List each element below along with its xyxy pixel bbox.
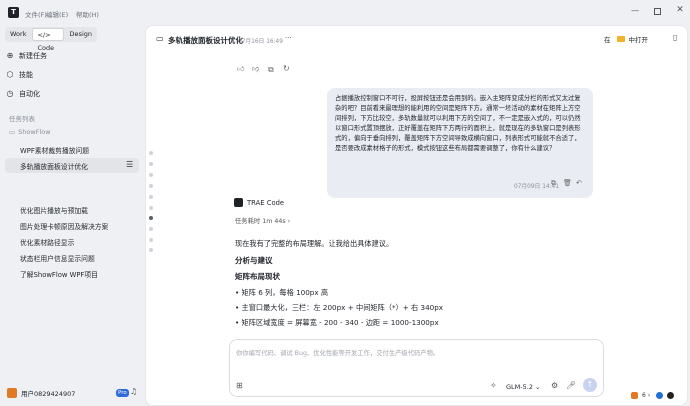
sidebar: Work </> Code Design ⊕ 新建任务 ⬡ 技能 ◷ 自动化 任…: [0, 26, 145, 406]
copy-icon[interactable]: ⧉: [551, 180, 556, 187]
bullet-item: • 矩阵 6 列，每格 100px 高: [235, 288, 329, 297]
nav-label: 自动化: [19, 90, 40, 98]
task-item[interactable]: 优化图片播放与预加载: [20, 205, 88, 215]
menu-edit[interactable]: 编辑(E): [46, 9, 68, 19]
scroll-marker-active[interactable]: [149, 216, 153, 220]
clock-icon: ◷: [6, 89, 14, 98]
task-item[interactable]: 图片处理卡顿原因及解决方案: [20, 221, 108, 231]
task-item[interactable]: 状态栏用户信息显示问题: [20, 253, 95, 263]
task-item[interactable]: WPF素材裁剪播放问题: [20, 145, 89, 155]
bullet-item: • 主窗口最大化，三栏：左 200px + 中间矩阵（*）+ 右 340px: [235, 303, 444, 312]
user-profile[interactable]: 用户0829424907: [7, 388, 75, 398]
maximize-icon[interactable]: [654, 8, 661, 15]
task-item-selected[interactable]: 多轨播放面板设计优化 ☰: [5, 158, 139, 173]
scroll-marker[interactable]: [149, 227, 153, 231]
sidebar-toggle-icon[interactable]: ▯: [673, 34, 677, 42]
tray-chevron-icon: ›: [647, 392, 651, 399]
tray-app-icon: [631, 392, 638, 399]
scroll-marker[interactable]: [149, 238, 153, 242]
assistant-name: TRAE Code: [247, 199, 285, 207]
chat-icon: ▭: [156, 34, 164, 43]
page-title: 多轨播放面板设计优化: [168, 36, 243, 45]
nav-label: 新建任务: [19, 52, 47, 60]
undo-icon[interactable]: ↶: [576, 180, 582, 187]
task-duration[interactable]: 任务耗时 1m 44s ›: [235, 216, 290, 225]
refresh-icon[interactable]: ↻: [283, 65, 290, 73]
close-icon[interactable]: ✕: [675, 6, 685, 15]
response-subheading: 矩阵布局现状: [235, 272, 280, 281]
mode-switcher: Work </> Code Design: [5, 27, 97, 52]
open-in-prefix: 在: [604, 36, 611, 44]
tab-work[interactable]: Work: [6, 28, 30, 41]
chevron-right-icon: ›: [287, 218, 291, 225]
minimize-icon[interactable]: —: [630, 7, 640, 15]
response-heading: 分析与建议: [235, 256, 273, 265]
scroll-marker[interactable]: [149, 248, 153, 252]
list-icon[interactable]: ☰: [126, 161, 133, 169]
chat-input[interactable]: 你你编写代码、调试 Bug、优化性能等开发工作，交付生产级代码产物。: [236, 348, 439, 357]
tray-dot-icon: [656, 392, 664, 399]
bullet-text: 矩阵 6 列，每格 100px 高: [241, 288, 329, 297]
open-in-button[interactable]: 在 中打开: [598, 32, 662, 46]
task-label: 多轨播放面板设计优化: [20, 163, 88, 171]
more-button[interactable]: ···: [285, 34, 292, 42]
scroll-marker[interactable]: [149, 206, 153, 210]
project-group[interactable]: ▭ ShowFlow: [9, 128, 51, 136]
title-bar: T 文件(F) 编辑(E) 帮助(H) — ✕: [0, 0, 690, 26]
scroll-marker[interactable]: [149, 195, 153, 199]
section-title: 任务列表: [9, 115, 35, 123]
chevron-down-icon: ⌄: [535, 383, 541, 391]
page-timestamp: 07月16日 16:49: [238, 39, 283, 45]
model-label: GLM-5.2: [506, 383, 533, 391]
thumbs-down-icon[interactable]: 👎︎: [252, 66, 259, 73]
mic-icon[interactable]: 🎤︎: [566, 382, 576, 390]
bell-icon[interactable]: ♫: [130, 388, 137, 396]
nav-automation[interactable]: ◷ 自动化: [5, 87, 139, 101]
delete-icon[interactable]: 🗑︎: [563, 180, 572, 187]
project-name: ShowFlow: [18, 128, 51, 136]
nav-skills[interactable]: ⬡ 技能: [5, 68, 139, 82]
bullet-item: • 矩阵区域宽度 = 屏幕宽 - 200 - 340 - 边距 = 1000-1…: [235, 318, 439, 327]
bullet-text: 主窗口最大化，三栏：左 200px + 中间矩阵（*）+ 右 340px: [241, 303, 444, 312]
attach-icon[interactable]: ⊞: [236, 382, 243, 390]
tray-count: 6: [642, 392, 646, 399]
task-item[interactable]: 优化素材路径显示: [20, 237, 74, 247]
app-logo: T: [8, 7, 19, 18]
task-item[interactable]: 了解ShowFlow WPF项目: [20, 269, 98, 279]
user-name: 用户0829424907: [21, 390, 76, 398]
sparkle-icon[interactable]: ✧: [490, 382, 497, 390]
scroll-marker[interactable]: [149, 151, 153, 155]
assistant-avatar: [234, 198, 243, 207]
avatar: [7, 388, 17, 398]
scroll-marker[interactable]: [149, 173, 153, 177]
open-in-label: 中打开: [628, 36, 649, 44]
nav-label: 技能: [19, 71, 33, 79]
send-button[interactable]: ↑: [583, 378, 597, 392]
chat-input-box: 你你编写代码、调试 Bug、优化性能等开发工作，交付生产级代码产物。 ⊞ ✧ G…: [229, 339, 604, 397]
tab-code[interactable]: </> Code: [32, 28, 64, 52]
tray-widget[interactable]: 6 ›: [631, 392, 675, 399]
task-duration-label: 任务耗时 1m 44s: [235, 218, 286, 225]
tab-design[interactable]: Design: [66, 28, 96, 41]
tray-dot-icon: [667, 392, 675, 399]
scroll-marker[interactable]: [149, 184, 153, 188]
cube-icon: ⬡: [6, 70, 14, 79]
scroll-marker[interactable]: [149, 162, 153, 166]
bullet-text: 矩阵区域宽度 = 屏幕宽 - 200 - 340 - 边距 = 1000-130…: [241, 318, 439, 327]
copy-icon[interactable]: ⧉: [268, 66, 274, 74]
model-select[interactable]: GLM-5.2 ⌄: [506, 383, 540, 391]
menu-help[interactable]: 帮助(H): [76, 9, 99, 19]
folder-icon: [616, 36, 625, 42]
folder-icon: ▭: [9, 127, 16, 136]
user-badge: Pro: [116, 389, 129, 397]
thumbs-up-icon[interactable]: 👍︎: [237, 66, 244, 73]
main-panel: ▭ 多轨播放面板设计优化 07月16日 16:49 ··· 在 中打开 ▯ 👍︎…: [145, 25, 688, 406]
response-intro: 现在我有了完整的布局理解。让我给出具体建议。: [235, 239, 394, 248]
plus-circle-icon: ⊕: [6, 51, 14, 60]
nav-new-task[interactable]: ⊕ 新建任务: [5, 49, 139, 63]
settings-icon[interactable]: ⚙: [551, 382, 558, 390]
menu-file[interactable]: 文件(F): [25, 9, 47, 19]
